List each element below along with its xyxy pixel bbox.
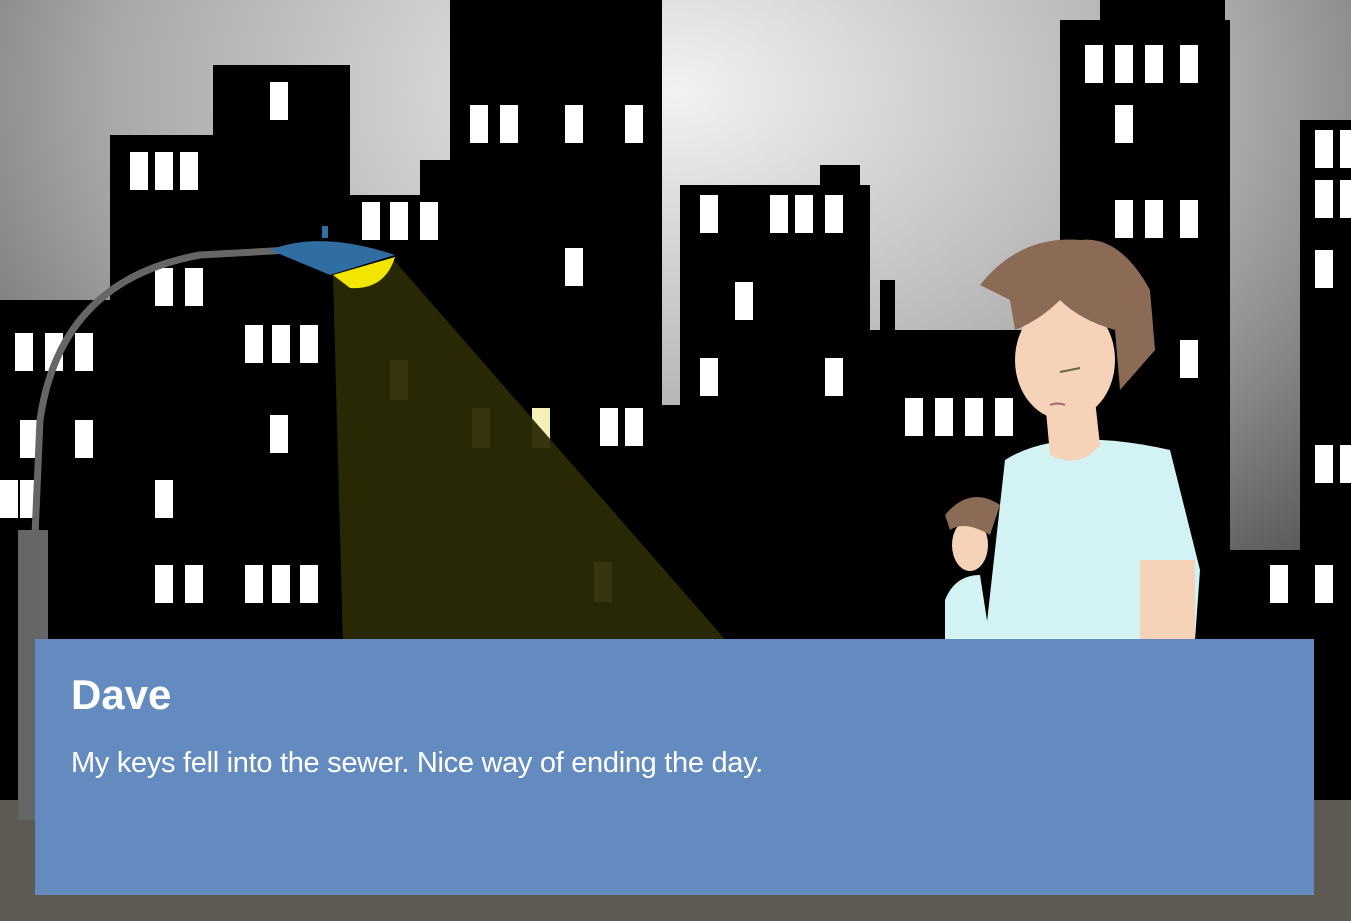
window bbox=[0, 480, 18, 518]
window bbox=[935, 398, 953, 436]
window bbox=[905, 398, 923, 436]
window bbox=[1315, 180, 1333, 218]
dialogue-text: My keys fell into the sewer. Nice way of… bbox=[71, 747, 763, 779]
window bbox=[625, 105, 643, 143]
window bbox=[1340, 130, 1351, 168]
window bbox=[420, 202, 438, 240]
window bbox=[300, 565, 318, 603]
window bbox=[185, 565, 203, 603]
window bbox=[270, 415, 288, 453]
window bbox=[965, 398, 983, 436]
window bbox=[700, 358, 718, 396]
window bbox=[500, 105, 518, 143]
window bbox=[470, 105, 488, 143]
window bbox=[245, 325, 263, 363]
window bbox=[1315, 565, 1333, 603]
window bbox=[155, 565, 173, 603]
window bbox=[1340, 180, 1351, 218]
window bbox=[1315, 250, 1333, 288]
window bbox=[1145, 200, 1163, 238]
window bbox=[300, 325, 318, 363]
window bbox=[735, 282, 753, 320]
window bbox=[825, 195, 843, 233]
window bbox=[1270, 565, 1288, 603]
window bbox=[1180, 200, 1198, 238]
window bbox=[1180, 45, 1198, 83]
window bbox=[1340, 445, 1351, 483]
window bbox=[180, 152, 198, 190]
window bbox=[1180, 340, 1198, 378]
window bbox=[185, 268, 203, 306]
window bbox=[565, 105, 583, 143]
window bbox=[270, 82, 288, 120]
window bbox=[600, 408, 618, 446]
window bbox=[1115, 45, 1133, 83]
window bbox=[995, 398, 1013, 436]
window bbox=[795, 195, 813, 233]
window bbox=[155, 268, 173, 306]
dialogue-box[interactable]: Dave My keys fell into the sewer. Nice w… bbox=[35, 639, 1314, 895]
window bbox=[272, 325, 290, 363]
window bbox=[1085, 45, 1103, 83]
window bbox=[1315, 445, 1333, 483]
window bbox=[825, 358, 843, 396]
window bbox=[272, 565, 290, 603]
window bbox=[1115, 200, 1133, 238]
window bbox=[155, 480, 173, 518]
window bbox=[1115, 105, 1133, 143]
window bbox=[75, 420, 93, 458]
window bbox=[130, 152, 148, 190]
window bbox=[770, 195, 788, 233]
window bbox=[700, 195, 718, 233]
window bbox=[362, 202, 380, 240]
window bbox=[565, 248, 583, 286]
window bbox=[245, 565, 263, 603]
window bbox=[155, 152, 173, 190]
window bbox=[75, 333, 93, 371]
game-stage[interactable]: Dave My keys fell into the sewer. Nice w… bbox=[0, 0, 1351, 921]
window bbox=[1145, 45, 1163, 83]
window bbox=[390, 202, 408, 240]
window bbox=[15, 333, 33, 371]
window bbox=[625, 408, 643, 446]
window bbox=[1315, 130, 1333, 168]
speaker-name: Dave bbox=[71, 671, 172, 718]
